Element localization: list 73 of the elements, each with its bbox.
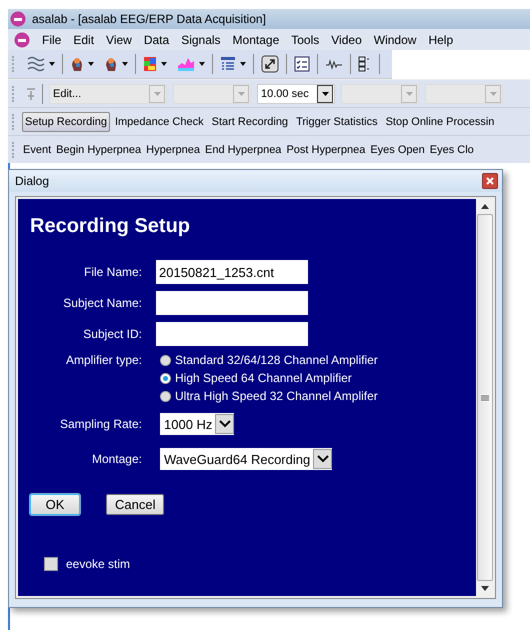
checkbox-label: eevoke stim — [66, 557, 130, 571]
field-label: Subject ID: — [82, 327, 143, 341]
event-button[interactable]: Hyperpnea — [144, 140, 202, 160]
list-icon[interactable] — [220, 56, 236, 72]
event-button[interactable]: Begin Hyperpnea — [54, 140, 144, 160]
checklist-icon[interactable] — [294, 56, 310, 72]
window-title: asalab - [asalab EEG/ERP Data Acquisition] — [32, 12, 266, 26]
menu-item[interactable]: Edit — [73, 32, 94, 46]
chevron-down-icon[interactable] — [316, 455, 329, 463]
chevron-down-icon[interactable] — [218, 420, 231, 428]
app-logo-icon — [10, 11, 26, 27]
menu-item[interactable]: File — [42, 32, 62, 46]
radio-label: High Speed 64 Channel Amplifier — [175, 371, 352, 385]
dialog-title: Dialog — [15, 174, 50, 188]
close-button[interactable] — [482, 173, 498, 189]
tree-icon[interactable] — [358, 56, 372, 72]
menu-item[interactable]: Help — [428, 32, 454, 46]
dialog-button[interactable]: OK — [30, 494, 80, 515]
event-button[interactable]: Event — [21, 140, 54, 160]
menu-item[interactable]: Video — [331, 32, 362, 46]
fullscreen-icon[interactable] — [261, 55, 279, 73]
caret-icon[interactable] — [199, 62, 205, 66]
event-button[interactable]: Post Hyperpnea — [284, 140, 368, 160]
event-button[interactable]: Eyes Clo — [428, 140, 476, 160]
field-label: File Name: — [82, 265, 143, 279]
combo-box[interactable]: Edit... — [49, 84, 167, 104]
menu-item[interactable]: Tools — [291, 32, 320, 46]
dialog-button[interactable]: Cancel — [106, 494, 164, 515]
checkbox[interactable] — [44, 557, 58, 571]
event-button[interactable]: End Hyperpnea — [202, 140, 284, 160]
radio-button[interactable] — [160, 390, 171, 402]
caret-icon[interactable] — [240, 62, 246, 66]
menu-item[interactable]: Window — [374, 32, 416, 46]
combo-box[interactable]: 10.00 sec — [257, 84, 335, 104]
wave-icon[interactable] — [27, 56, 45, 72]
input-field[interactable] — [156, 291, 308, 315]
radio-button[interactable] — [160, 354, 171, 366]
event-button[interactable]: Eyes Open — [368, 140, 427, 160]
field-label: Subject Name: — [62, 296, 143, 310]
toolbar-button[interactable]: Impedance Check — [112, 112, 207, 132]
caret-icon[interactable] — [49, 62, 55, 66]
field-label: Montage: — [90, 452, 143, 466]
form-heading: Recording Setup — [30, 215, 190, 238]
menu-item[interactable]: Montage — [232, 32, 280, 46]
menu-item[interactable]: Data — [144, 32, 170, 46]
app-logo-icon[interactable] — [14, 32, 30, 48]
scroll-down-icon[interactable] — [480, 586, 488, 591]
signal-icon[interactable] — [325, 57, 343, 71]
menu-item[interactable]: Signals — [181, 32, 221, 46]
grip-icon — [480, 394, 488, 400]
caret-icon[interactable] — [161, 62, 167, 66]
toolbar-button[interactable]: Start Recording — [208, 112, 292, 132]
head-icon[interactable] — [70, 56, 84, 72]
radio-button[interactable] — [160, 372, 171, 384]
caret-icon[interactable] — [322, 92, 328, 96]
field-label: Sampling Rate: — [58, 417, 143, 431]
head-icon[interactable] — [104, 56, 118, 72]
radio-label: Ultra High Speed 32 Channel Amplifer — [175, 389, 378, 403]
colormap-icon[interactable] — [143, 56, 157, 72]
dropdown-field[interactable]: 1000 Hz — [160, 413, 234, 435]
toolbar-button[interactable]: Stop Online Processin — [382, 112, 498, 132]
close-icon — [486, 177, 494, 185]
dropdown-field[interactable]: WaveGuard64 Recording — [160, 448, 332, 470]
radio-label: Standard 32/64/128 Channel Amplifier — [175, 353, 378, 367]
caret-icon[interactable] — [122, 62, 128, 66]
field-label: Amplifier type: — [64, 353, 143, 367]
input-field[interactable]: 20150821_1253.cnt — [156, 260, 308, 284]
toolbar-button[interactable]: Trigger Statistics — [293, 112, 381, 132]
menu-item[interactable]: View — [106, 32, 132, 46]
toolbar-button[interactable]: Setup Recording — [22, 112, 110, 132]
caret-icon[interactable] — [88, 62, 94, 66]
input-field[interactable] — [156, 322, 308, 346]
scroll-up-icon[interactable] — [480, 204, 488, 209]
